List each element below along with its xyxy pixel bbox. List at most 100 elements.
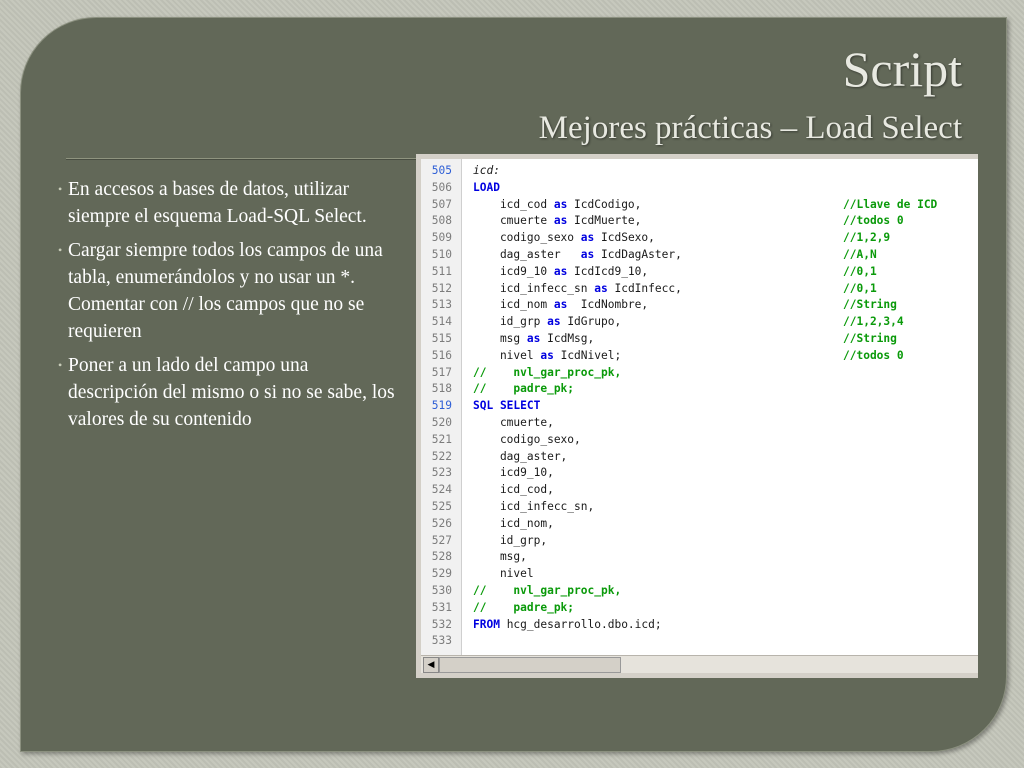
code-comment: //A,N	[843, 248, 877, 261]
code-text: nivel as IcdNivel;	[473, 348, 622, 362]
line-number: 532	[431, 617, 452, 631]
code-line: 513 icd_nom as IcdNombre, //String	[421, 297, 978, 314]
code-line: 509 codigo_sexo as IcdSexo, //1,2,9	[421, 230, 978, 247]
code-line: 531 // padre_pk;	[421, 600, 978, 617]
line-number: 533	[431, 634, 452, 648]
code-line: 529 nivel	[421, 566, 978, 583]
code-text: SQL SELECT	[473, 399, 541, 413]
line-number: 505	[431, 164, 452, 177]
code-line: 523 icd9_10,	[421, 465, 978, 482]
line-number: 525	[431, 500, 452, 513]
code-line: 526 icd_nom,	[421, 516, 978, 533]
code-text: dag_aster,	[473, 449, 568, 463]
code-text: cmuerte as IcdMuerte,	[473, 214, 642, 228]
line-number: 531	[431, 600, 452, 614]
code-line: 521 codigo_sexo,	[421, 432, 978, 449]
line-number: 523	[431, 466, 452, 480]
code-text: icd9_10,	[473, 466, 554, 480]
code-text: icd_cod as IcdCodigo,	[473, 197, 642, 211]
bullet-dot-icon: •	[58, 182, 63, 196]
code-editor-screenshot: 505 icd: 506 LOAD 507 icd_cod as IcdCodigo, /…	[416, 154, 978, 678]
code-text: // padre_pk;	[473, 382, 575, 396]
code-comment: //Llave de ICD	[843, 197, 938, 211]
bullet-list: • En accesos a bases de datos, utilizar …	[58, 176, 403, 440]
bullet-item: • Poner a un lado del campo una descripc…	[58, 352, 403, 434]
line-number: 518	[431, 382, 452, 396]
line-number: 517	[431, 365, 452, 379]
line-number: 519	[431, 399, 452, 413]
slide-title: Script	[842, 41, 962, 97]
line-number: 530	[431, 584, 452, 597]
bullet-item: • En accesos a bases de datos, utilizar …	[58, 176, 403, 231]
code-text: cmuerte,	[473, 416, 554, 429]
line-number: 524	[431, 483, 452, 497]
code-comment: //String	[843, 332, 897, 345]
line-number: 514	[431, 315, 452, 329]
line-number: 516	[431, 348, 452, 362]
line-number: 515	[431, 332, 452, 345]
code-text: id_grp as IdGrupo,	[473, 315, 622, 329]
code-text: msg as IcdMsg,	[473, 332, 595, 345]
line-number: 520	[431, 416, 452, 429]
code-text: FROM hcg_desarrollo.dbo.icd;	[473, 617, 662, 631]
bullet-dot-icon: •	[58, 357, 63, 372]
code-line: 517 // nvl_gar_proc_pk,	[421, 365, 978, 382]
scroll-left-icon[interactable]: ◀	[423, 657, 439, 673]
code-line: 511 icd9_10 as IcdIcd9_10, //0,1	[421, 264, 978, 281]
code-text: icd_cod,	[473, 483, 554, 497]
bullet-text: En accesos a bases de datos, utilizar si…	[68, 179, 367, 228]
code-line: 528 msg,	[421, 549, 978, 566]
line-number: 511	[431, 264, 452, 278]
code-comment: //0,1	[843, 264, 877, 278]
slide-subtitle: Mejores prácticas – Load Select	[538, 110, 962, 146]
code-line: 512 icd_infecc_sn as IcdInfecc, //0,1	[421, 281, 978, 298]
code-comment: //0,1	[843, 281, 877, 295]
code-text: nivel	[473, 567, 534, 581]
code-comment: //1,2,3,4	[843, 315, 904, 329]
code-line: 530 // nvl_gar_proc_pk,	[421, 583, 978, 600]
line-number: 529	[431, 567, 452, 581]
line-number: 509	[431, 231, 452, 245]
code-line: 522 dag_aster,	[421, 449, 978, 466]
line-number: 508	[431, 214, 452, 228]
code-line: 507 icd_cod as IcdCodigo, //Llave de ICD	[421, 197, 978, 214]
code-comment: //todos 0	[843, 214, 904, 228]
code-line: 514 id_grp as IdGrupo, //1,2,3,4	[421, 314, 978, 331]
line-number: 526	[431, 516, 452, 530]
bullet-text: Cargar siempre todos los campos de una t…	[68, 239, 383, 343]
code-line: 519 SQL SELECT	[421, 398, 978, 415]
code-text: icd_nom as IcdNombre,	[473, 298, 649, 312]
code-line: 525 icd_infecc_sn,	[421, 499, 978, 516]
line-number: 510	[431, 248, 452, 261]
code-text: // nvl_gar_proc_pk,	[473, 365, 622, 379]
code-line: 508 cmuerte as IcdMuerte, //todos 0	[421, 213, 978, 230]
code-comment: //1,2,9	[843, 231, 891, 245]
code-text: icd_infecc_sn,	[473, 500, 595, 513]
line-number: 506	[431, 180, 452, 194]
code-comment: //todos 0	[843, 348, 904, 362]
code-line: 506 LOAD	[421, 180, 978, 197]
code-text: codigo_sexo as IcdSexo,	[473, 231, 655, 245]
line-number: 521	[431, 432, 452, 446]
code-line: 518 // padre_pk;	[421, 381, 978, 398]
code-line: 520 cmuerte,	[421, 415, 978, 432]
bullet-dot-icon: •	[58, 242, 63, 257]
code-text: LOAD	[473, 180, 500, 194]
code-line: 516 nivel as IcdNivel; //todos 0	[421, 348, 978, 365]
code-text: icd_nom,	[473, 516, 554, 530]
code-text: msg,	[473, 550, 527, 564]
code-line: 527 id_grp,	[421, 533, 978, 550]
line-number: 512	[431, 281, 452, 295]
code-text: // padre_pk;	[473, 600, 575, 614]
code-text: icd_infecc_sn as IcdInfecc,	[473, 281, 682, 295]
code-text: codigo_sexo,	[473, 432, 581, 446]
code-line: 505 icd:	[421, 163, 978, 180]
line-number: 522	[431, 449, 452, 463]
line-number: 527	[431, 533, 452, 547]
scrollbar-thumb[interactable]	[439, 657, 621, 673]
code-text: id_grp,	[473, 533, 548, 547]
horizontal-scrollbar[interactable]: ◀	[421, 655, 978, 673]
line-number: 507	[431, 197, 452, 211]
code-line: 532 FROM hcg_desarrollo.dbo.icd;	[421, 617, 978, 634]
code-line: 524 icd_cod,	[421, 482, 978, 499]
